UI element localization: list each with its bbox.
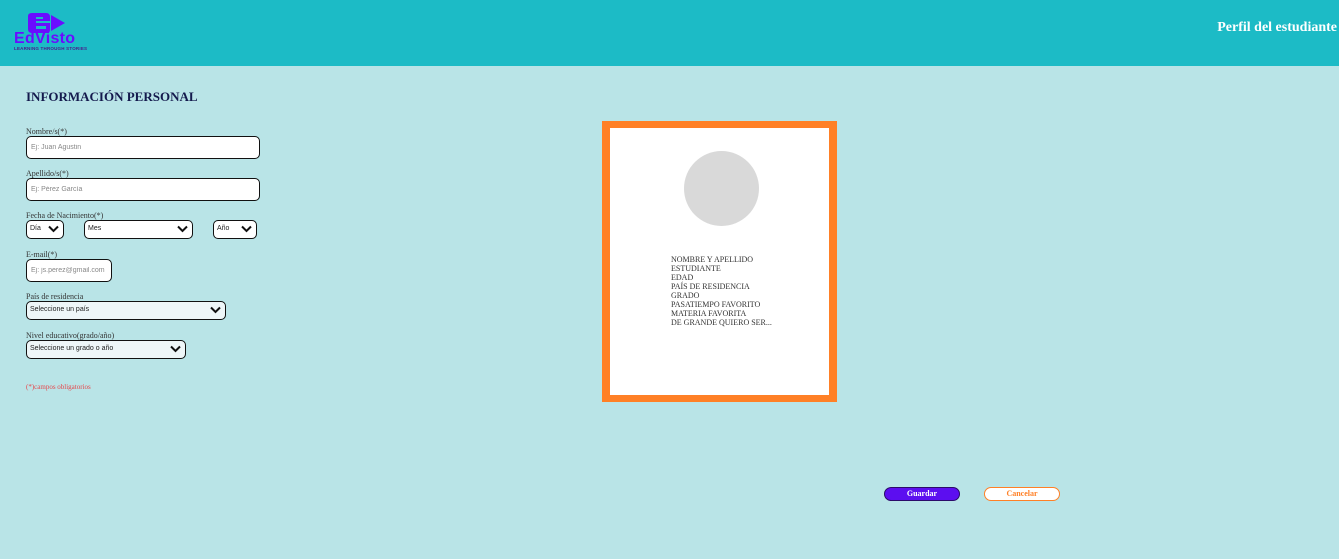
chevron-down-icon [48,225,59,233]
required-fields-note: (*)campos obligatorios [26,383,91,391]
page-title: Perfil del estudiante [1217,20,1337,35]
card-line-hobby: PASATIEMPO FAVORITO [671,300,761,309]
last-name-input[interactable] [26,178,260,201]
chevron-down-icon [210,306,221,314]
logo-tagline: LEARNING THROUGH STORIES [14,46,88,51]
card-line-age: EDAD [671,273,694,282]
birth-day-select[interactable]: Día [26,220,64,239]
last-name-label: Apellido/s(*) [26,169,69,178]
save-button[interactable]: Guardar [884,487,960,501]
birth-day-value: Día [30,225,41,232]
profile-card: NOMBRE Y APELLIDO ESTUDIANTE EDAD PAÍS D… [602,121,837,402]
country-select[interactable]: Seleccione un país [26,301,226,320]
cancel-button[interactable]: Cancelar [984,487,1060,501]
birth-month-value: Mes [88,225,102,232]
card-line-name: NOMBRE Y APELLIDO [671,255,754,264]
first-name-label: Nombre/s(*) [26,127,67,136]
section-title: INFORMACIÓN PERSONAL [26,89,198,104]
edvisto-logo[interactable]: EdVisto LEARNING THROUGH STORIES [12,12,87,54]
country-label: País de residencia [26,292,84,301]
birth-month-select[interactable]: Mes [84,220,193,239]
chevron-down-icon [177,225,188,233]
birth-year-select[interactable]: Año [213,220,257,239]
birth-year-value: Año [217,225,230,232]
country-value: Seleccione un país [30,306,90,313]
avatar-placeholder[interactable] [684,151,759,226]
email-label: E-mail(*) [26,250,58,259]
education-select[interactable]: Seleccione un grado o año [26,340,186,359]
chevron-down-icon [170,345,181,353]
education-label: Nivel educativo(grado/año) [26,331,115,340]
first-name-input[interactable] [26,136,260,159]
top-header: EdVisto LEARNING THROUGH STORIES Perfil … [0,0,1339,66]
card-line-dream: DE GRANDE QUIERO SER... [671,318,772,327]
logo-text: EdVisto [14,30,76,47]
education-value: Seleccione un grado o año [30,345,114,352]
profile-card-body: NOMBRE Y APELLIDO ESTUDIANTE EDAD PAÍS D… [610,128,829,395]
email-input[interactable] [26,259,112,282]
card-line-student: ESTUDIANTE [671,264,721,273]
card-line-subject: MATERIA FAVORITA [671,309,747,318]
profile-card-fields: NOMBRE Y APELLIDO ESTUDIANTE EDAD PAÍS D… [671,255,772,327]
birth-date-label: Fecha de Nacimiento(*) [26,211,104,220]
chevron-down-icon [241,225,252,233]
card-line-grade: GRADO [671,291,700,300]
card-line-country: PAÍS DE RESIDENCIA [671,282,750,291]
